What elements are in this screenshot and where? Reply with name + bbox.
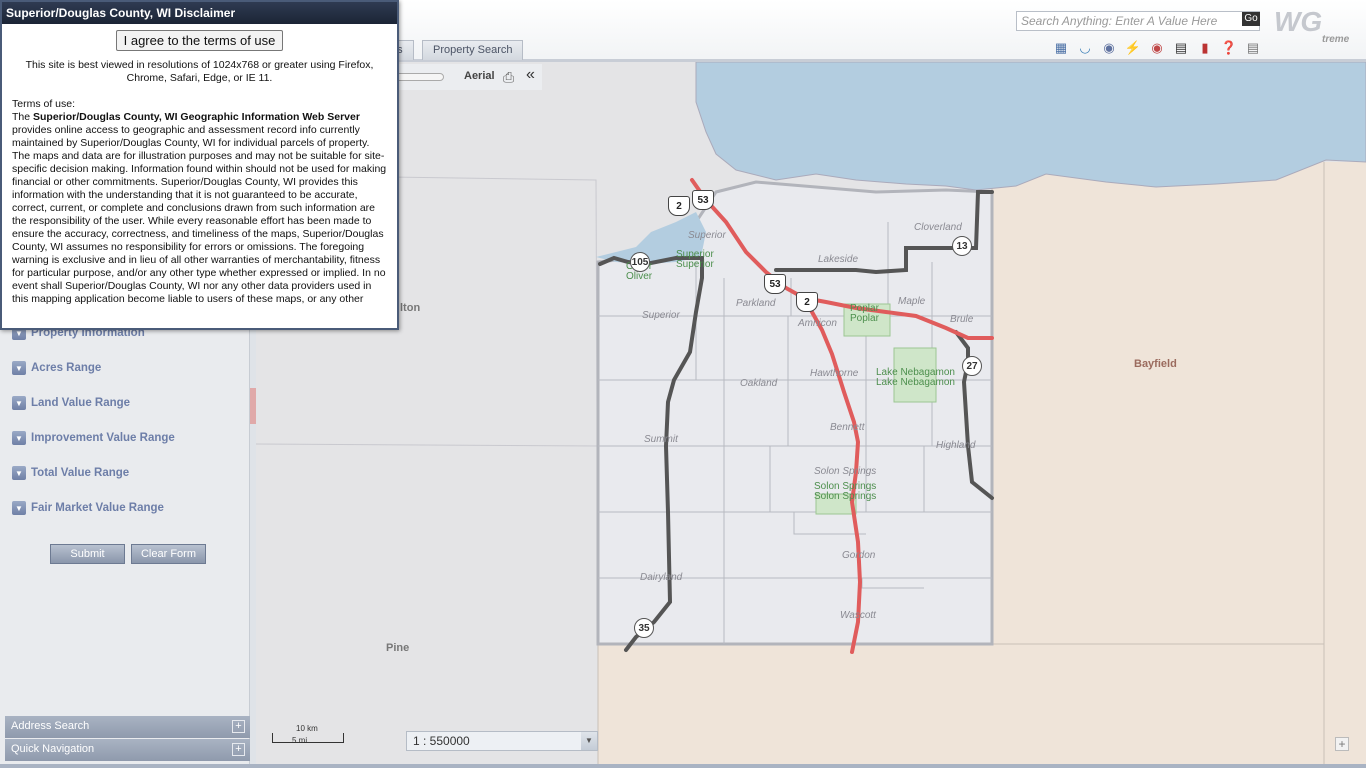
town-label-lakeside: Lakeside [818,254,859,265]
streetview-icon[interactable]: ▤ [1172,40,1190,56]
chevron-down-icon[interactable]: ▼ [581,732,597,750]
expand-icon[interactable]: + [232,743,245,756]
region-label-pine: Pine [386,642,410,654]
collapse-icon[interactable]: « [526,66,535,84]
bookmark-icon[interactable]: ▮ [1196,40,1214,56]
tab-property-search[interactable]: Property Search [422,40,524,60]
town-label-summit: Summit [644,434,678,445]
map-canvas[interactable]: Pine Bayfield lton Superior Cloverland L… [256,62,1366,764]
town-label-wascott: Wascott [840,610,876,621]
filter-label: Land Value Range [31,397,131,409]
highway-shield-105: 105 [630,252,650,272]
browser-note: This site is best viewed in resolutions … [25,59,374,84]
accordion-address-search[interactable]: Address Search + [5,716,250,738]
chevron-down-icon: ▼ [12,361,26,375]
city-label-superior: Superior Superior [676,249,714,270]
town-label-parkland: Parkland [736,298,776,309]
filter-improvement-value-range[interactable]: ▼ Improvement Value Range [12,431,175,445]
town-label-superior: Superior [688,230,726,241]
chevron-down-icon: ▼ [12,466,26,480]
layers-icon[interactable]: ▦ [1052,40,1070,56]
town-label-superior-town: Superior [642,310,680,321]
go-button[interactable]: Go [1242,12,1260,26]
accordion-label: Address Search [11,720,90,732]
toolbar: ▦ ◡ ◉ ⚡ ◉ ▤ ▮ ❓ ▤ [1052,40,1262,58]
dialog-body: I agree to the terms of use This site is… [4,24,395,326]
scale-select[interactable]: 1 : 550000 ▼ [406,731,598,751]
chevron-down-icon: ▼ [12,501,26,515]
opacity-slider[interactable] [394,73,444,81]
us-highway-shield-53-north: 53 [692,190,714,210]
submit-button[interactable]: Submit [50,544,125,564]
region-label-bayfield: Bayfield [1134,358,1177,370]
accordion-quick-navigation[interactable]: Quick Navigation + [5,739,250,761]
town-label-brule: Brule [950,314,974,325]
scale-mi-label: 5 mi [292,736,308,745]
disclaimer-dialog: Superior/Douglas County, WI Disclaimer I… [0,0,399,330]
logo-subtext: treme [1322,34,1350,45]
region-label-partial: lton [400,302,421,314]
zoom-in-button[interactable]: + [1335,737,1349,751]
lightning-icon[interactable]: ⚡ [1124,40,1142,56]
us-highway-shield-2: 2 [796,292,818,312]
terms-text: The Superior/Douglas County, WI Geograph… [12,111,387,306]
highway-shield-35: 35 [634,618,654,638]
filter-fair-market-value-range[interactable]: ▼ Fair Market Value Range [12,501,164,515]
expand-icon[interactable]: + [232,720,245,733]
us-highway-shield-2-north: 2 [668,196,690,216]
panel-collapse-handle[interactable] [250,388,256,424]
filter-label: Acres Range [31,362,102,374]
town-label-cloverland: Cloverland [914,222,962,233]
town-label-solon-springs: Solon Springs [814,466,877,477]
town-label-highland: Highland [936,440,976,451]
search-input[interactable]: Search Anything: Enter A Value Here [1016,11,1260,31]
highway-shield-27: 27 [962,356,982,376]
town-label-dairyland: Dairyland [640,572,683,583]
filter-label: Improvement Value Range [31,432,175,444]
app-window: Pine Bayfield lton Superior Cloverland L… [0,0,1366,768]
chevron-down-icon: ▼ [12,396,26,410]
village-label-solon-springs: Solon Springs Solon Springs [814,481,877,502]
us-highway-shield-53: 53 [764,274,786,294]
accordion-label: Quick Navigation [11,743,95,755]
filter-label: Fair Market Value Range [31,502,164,514]
village-label-poplar: Poplar Poplar [850,303,879,324]
town-label-oakland: Oakland [740,378,778,389]
scale-bar: 10 km 5 mi [272,724,344,746]
terms-bold-name: Superior/Douglas County, WI Geographic I… [33,111,360,123]
town-label-gordon: Gordon [842,550,876,561]
town-label-maple: Maple [898,296,926,307]
wgxtreme-logo: WG treme [1274,6,1360,56]
filter-total-value-range[interactable]: ▼ Total Value Range [12,466,129,480]
filter-land-value-range[interactable]: ▼ Land Value Range [12,396,130,410]
print-layout-icon[interactable]: ▤ [1244,40,1262,56]
filter-label: Total Value Range [31,467,130,479]
town-label-bennett: Bennett [830,422,865,433]
clear-form-button[interactable]: Clear Form [131,544,206,564]
scale-km-label: 10 km [296,724,318,733]
measure-icon[interactable]: ◡ [1076,40,1094,56]
identify-icon[interactable]: ◉ [1148,40,1166,56]
aerial-label: Aerial [464,70,495,82]
town-label-hawthorne: Hawthorne [810,368,859,379]
highway-shield-13: 13 [952,236,972,256]
print-icon[interactable]: ⎙ [503,69,514,86]
dialog-title: Superior/Douglas County, WI Disclaimer [2,2,397,24]
terms-heading: Terms of use: [12,98,76,110]
scale-line [272,733,344,743]
town-label-amnicon: Amnicon [798,318,837,329]
scale-value: 1 : 550000 [413,734,470,748]
help-icon[interactable]: ❓ [1220,40,1238,56]
filter-acres-range[interactable]: ▼ Acres Range [12,361,101,375]
agree-button[interactable]: I agree to the terms of use [115,30,284,51]
terms-intro: The [12,111,34,123]
terms-body: provides online access to geographic and… [12,124,387,305]
map-graphics [256,62,1366,764]
chevron-down-icon: ▼ [12,431,26,445]
logo-text: WG [1274,6,1323,37]
bottom-strip [0,764,1366,768]
village-label-lake-nebagamon: Lake Nebagamon Lake Nebagamon [876,367,955,388]
globe-icon[interactable]: ◉ [1100,40,1118,56]
